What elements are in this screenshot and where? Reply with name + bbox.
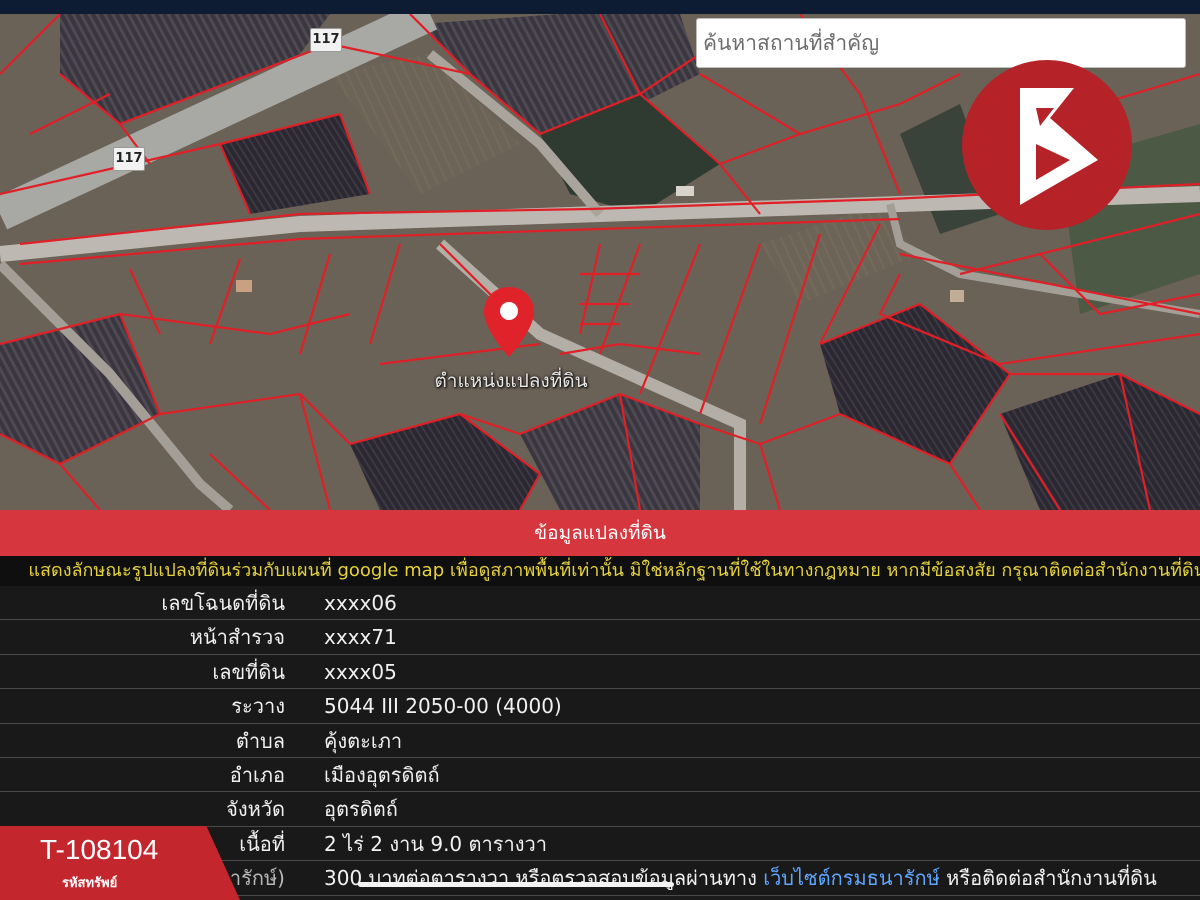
row-label: หน้าสำรวจ — [189, 625, 285, 650]
horizontal-scrollbar[interactable] — [358, 882, 674, 887]
row-value: xxxx71 — [324, 625, 397, 650]
treasury-website-link[interactable]: เว็บไซต์กรมธนารักษ์ — [763, 866, 940, 890]
route-badge-117: 117 — [113, 147, 145, 171]
row-label: จังหวัด — [226, 797, 285, 822]
row-value: อุตรดิตถ์ — [324, 797, 398, 822]
info-row-survey-page: หน้าสำรวจ xxxx71 — [0, 620, 1200, 655]
building — [676, 186, 694, 196]
row-value: 300 บาทต่อตารางวา หรือตรวจสอบข้อมูลผ่านท… — [324, 861, 1157, 895]
route-badge-117: 117 — [310, 28, 342, 52]
disclaimer-bar: แสดงลักษณะรูปแปลงที่ดินร่วมกับแผนที่ goo… — [0, 556, 1200, 586]
row-value: 2 ไร่ 2 งาน 9.0 ตารางวา — [324, 831, 547, 856]
row-value: xxxx06 — [324, 591, 397, 615]
disclaimer-text: แสดงลักษณะรูปแปลงที่ดินร่วมกับแผนที่ goo… — [28, 560, 1200, 581]
property-code: T-108104 — [40, 834, 159, 865]
row-label: ระวาง — [231, 694, 285, 719]
building — [236, 280, 252, 292]
info-row-district: อำเภอ เมืองอุตรดิตถ์ — [0, 757, 1200, 793]
row-value: เมืองอุตรดิตถ์ — [324, 762, 440, 787]
top-bar — [0, 0, 1200, 14]
row-value: xxxx05 — [324, 659, 397, 684]
row-label: เลขที่ดิน — [212, 659, 285, 684]
panel-title: ข้อมูลแปลงที่ดิน — [0, 510, 1200, 556]
info-row-land-number: เลขที่ดิน xxxx05 — [0, 654, 1200, 690]
info-row-deed-number: เลขโฉนดที่ดิน xxxx06 — [0, 586, 1200, 621]
brand-logo-icon — [962, 60, 1132, 230]
row-value: คุ้งตะเภา — [324, 728, 403, 753]
row-value: 5044 III 2050-00 (4000) — [324, 694, 562, 719]
row-label: เลขโฉนดที่ดิน — [161, 591, 285, 615]
info-row-subdistrict: ตำบล คุ้งตะเภา — [0, 723, 1200, 758]
info-row-province: จังหวัด อุตรดิตถ์ — [0, 792, 1200, 827]
property-code-label: รหัสทรัพย์ — [62, 876, 118, 891]
building — [950, 290, 964, 302]
info-row-map-sheet: ระวาง 5044 III 2050-00 (4000) — [0, 689, 1200, 724]
row-label: ตำบล — [235, 728, 285, 753]
parcel-marker-label: ตำแหน่งแปลงที่ดิน — [434, 370, 588, 392]
appraisal-value-suffix: หรือติดต่อสำนักงานที่ดิน — [939, 866, 1157, 891]
map-pin-icon[interactable] — [482, 285, 536, 359]
row-label: อำเภอ — [229, 762, 285, 787]
